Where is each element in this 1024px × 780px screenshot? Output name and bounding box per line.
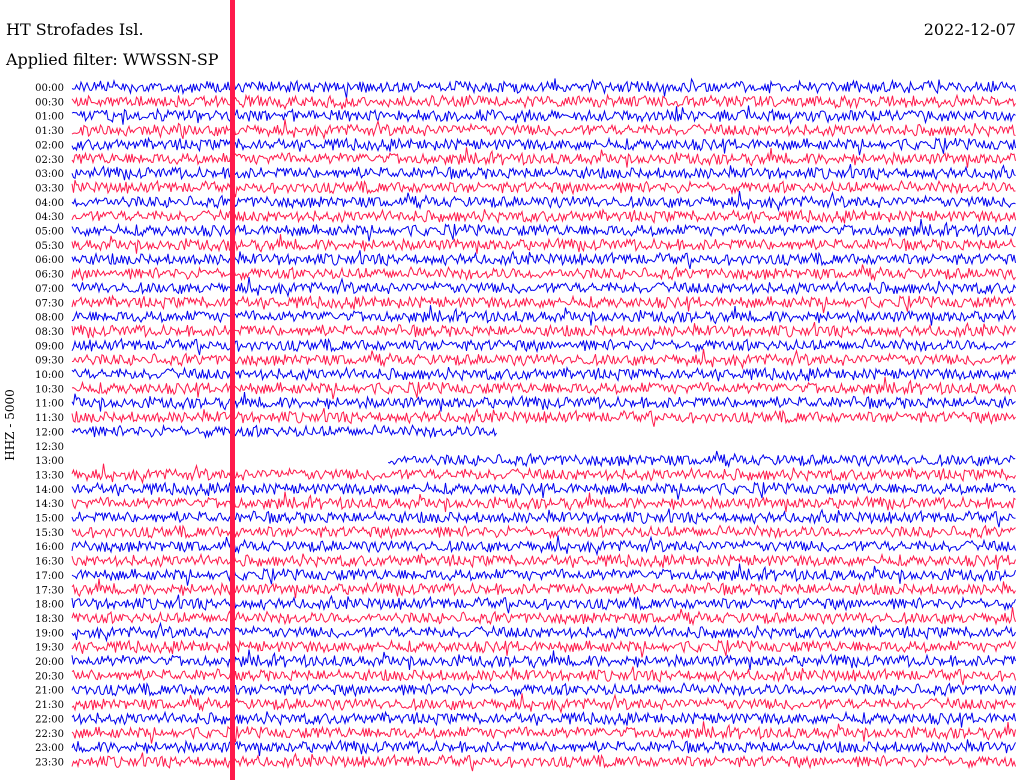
row-time-label: 06:30	[35, 270, 64, 281]
trace-line	[71, 305, 1016, 326]
row-time-label: 06:00	[35, 255, 64, 266]
row-time-label: 17:00	[35, 571, 64, 582]
trace-line	[71, 639, 1016, 658]
row-time-label: 01:30	[35, 126, 64, 137]
trace-line	[71, 77, 1016, 99]
trace-line	[71, 264, 1016, 282]
trace-line	[71, 136, 1016, 156]
trace-line	[71, 649, 1016, 670]
trace-line	[71, 147, 1016, 168]
row-time-label: 04:00	[35, 198, 64, 209]
row-time-label: 15:30	[35, 528, 64, 539]
trace-line	[71, 666, 1016, 686]
trace-line	[71, 739, 1016, 757]
trace-line	[71, 179, 1016, 198]
trace-line	[71, 337, 1016, 356]
row-time-label: 03:30	[35, 183, 64, 194]
trace-line	[71, 535, 1016, 557]
row-time-label: 23:30	[35, 757, 64, 768]
trace-line	[71, 348, 1016, 370]
row-time-label: 14:30	[35, 499, 64, 510]
trace-line	[71, 366, 1016, 382]
row-time-label: 12:30	[35, 442, 64, 453]
trace-line	[71, 481, 1016, 500]
trace-line	[71, 407, 1016, 427]
row-time-label: 21:00	[35, 686, 64, 697]
trace-line	[71, 164, 1016, 181]
row-time-label: 04:30	[35, 212, 64, 223]
row-time-label: 05:30	[35, 241, 64, 252]
trace-line	[71, 208, 1016, 224]
row-time-label: 11:30	[35, 413, 64, 424]
trace-line	[71, 376, 1016, 400]
row-time-label: 13:30	[35, 470, 64, 481]
row-time-label: 16:00	[35, 542, 64, 553]
row-time-label: 10:00	[35, 370, 64, 381]
trace-line	[71, 508, 1016, 528]
row-time-label: 19:30	[35, 643, 64, 654]
trace-line	[71, 234, 1016, 254]
row-time-label: 00:30	[35, 97, 64, 108]
trace-line	[71, 321, 1016, 339]
row-time-label: 21:30	[35, 700, 64, 711]
row-time-label: 08:00	[35, 313, 64, 324]
trace-line	[71, 607, 1016, 627]
trace-line	[71, 721, 1016, 744]
trace-line	[71, 710, 1016, 728]
row-time-label: 18:30	[35, 614, 64, 625]
trace-line	[71, 423, 497, 440]
row-time-label: 19:00	[35, 628, 64, 639]
row-time-label: 08:30	[35, 327, 64, 338]
row-time-label: 02:30	[35, 155, 64, 166]
trace-line	[71, 563, 1016, 586]
trace-line	[71, 392, 1016, 412]
row-time-label: 10:30	[35, 384, 64, 395]
row-time-label: 12:00	[35, 427, 64, 438]
row-time-label: 07:00	[35, 284, 64, 295]
trace-line	[71, 250, 1016, 270]
seismogram-plot: 00:00 00:30 01:00 01:30 02:00 02:30 03:00 03:30…	[35, 0, 1016, 780]
row-time-label: 09:00	[35, 341, 64, 352]
trace-line	[71, 524, 1016, 540]
row-time-label: 20:00	[35, 657, 64, 668]
row-time-label: 17:30	[35, 585, 64, 596]
row-time-label: 16:30	[35, 557, 64, 568]
row-time-label: 01:00	[35, 112, 64, 123]
trace-line	[71, 190, 1016, 212]
row-time-label: 18:00	[35, 600, 64, 611]
row-time-label: 00:00	[35, 83, 64, 94]
trace-line	[71, 93, 1016, 111]
row-time-label: 05:00	[35, 227, 64, 238]
trace-line	[71, 621, 1016, 643]
row-time-label: 22:00	[35, 714, 64, 725]
trace-line	[71, 294, 1016, 314]
trace-line	[71, 752, 1016, 772]
row-time-label: 22:30	[35, 729, 64, 740]
trace-line	[388, 450, 1016, 469]
row-time-label: 23:00	[35, 743, 64, 754]
trace-line	[71, 105, 1016, 125]
row-time-label: 11:00	[35, 399, 64, 410]
row-time-label: 15:00	[35, 514, 64, 525]
trace-line	[71, 693, 1016, 715]
trace-line	[71, 463, 1016, 485]
row-time-label: 20:30	[35, 671, 64, 682]
row-time-label: 02:00	[35, 140, 64, 151]
row-time-label: 13:00	[35, 456, 64, 467]
row-time-label: 07:30	[35, 298, 64, 309]
trace-line	[71, 594, 1016, 614]
trace-line	[71, 578, 1016, 599]
row-time-label: 09:30	[35, 356, 64, 367]
row-time-label: 03:00	[35, 169, 64, 180]
trace-line	[71, 219, 1016, 242]
event-spike	[230, 0, 235, 780]
row-time-label: 14:00	[35, 485, 64, 496]
trace-line	[71, 682, 1016, 698]
trace-line	[71, 277, 1016, 299]
trace-line	[71, 119, 1016, 141]
